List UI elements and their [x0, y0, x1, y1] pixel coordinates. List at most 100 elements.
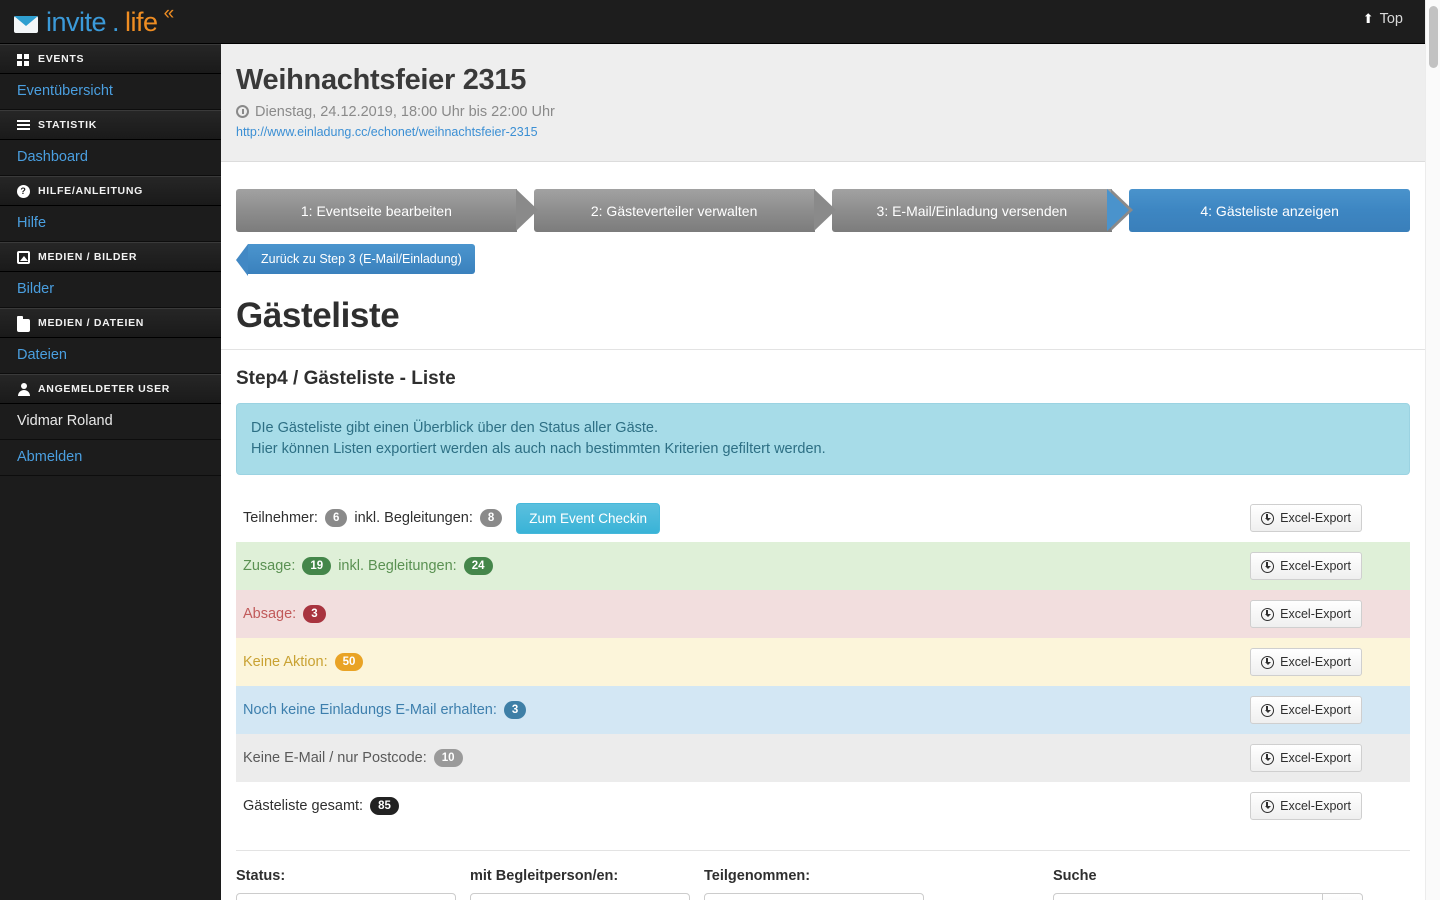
- event-datetime-text: Dienstag, 24.12.2019, 18:00 Uhr bis 22:0…: [255, 103, 555, 120]
- search-group: [1053, 893, 1363, 900]
- stat-label: Keine Aktion:: [243, 654, 328, 671]
- sidebar-item-dashboard[interactable]: Dashboard: [0, 140, 221, 176]
- filter-begleitperson-label: mit Begleitperson/en:: [470, 868, 619, 885]
- stat-count-badge: 85: [370, 796, 399, 816]
- filter-search: Suche: [1053, 868, 1363, 900]
- excel-export-button[interactable]: Excel-Export: [1250, 552, 1362, 581]
- step-4[interactable]: 4: Gästeliste anzeigen: [1107, 189, 1410, 232]
- filter-bar: Status: mit Begleitperson/en: Teilgenomm…: [236, 850, 1410, 900]
- download-circle-icon: [1261, 511, 1275, 525]
- event-header: Weihnachtsfeier 2315 Dienstag, 24.12.201…: [221, 44, 1425, 162]
- back-button-wrap: Zurück zu Step 3 (E-Mail/Einladung): [221, 232, 1425, 276]
- help-icon: ?: [17, 184, 30, 198]
- arrow-up-icon: ⬆: [1362, 11, 1374, 26]
- sidebar-item-label: Abmelden: [17, 449, 83, 465]
- sidebar-group-label: MEDIEN / BILDER: [38, 251, 138, 263]
- step-list: 1: Eventseite bearbeiten 2: Gästeverteile…: [236, 189, 1410, 232]
- stat-row: Gästeliste gesamt: 85 Excel-Export: [236, 782, 1410, 831]
- filter-teilgenommen-label: Teilgenommen:: [704, 868, 811, 885]
- excel-export-button[interactable]: Excel-Export: [1250, 648, 1362, 677]
- stat-label: Gästeliste gesamt:: [243, 798, 364, 815]
- stat-row: Keine E-Mail / nur Postcode: 10 Excel-Expo…: [236, 734, 1410, 783]
- excel-export-label: Excel-Export: [1280, 751, 1351, 766]
- stat-label: Keine E-Mail / nur Postcode:: [243, 750, 427, 767]
- top-bar: invite. life « ⬆ Top: [0, 0, 1425, 44]
- step-label: 2: Gästeverteiler verwalten: [590, 202, 758, 219]
- image-icon: [17, 250, 30, 264]
- stats-list: Teilnehmer: 6 inkl. Begleitungen: 8 Zum Even…: [236, 494, 1410, 831]
- search-button[interactable]: [1323, 893, 1363, 900]
- excel-export-button[interactable]: Excel-Export: [1250, 504, 1362, 533]
- lines-icon: [17, 119, 30, 132]
- sidebar-group-label: HILFE/ANLEITUNG: [38, 185, 143, 197]
- search-input[interactable]: [1053, 893, 1323, 900]
- step-arrow-icon: [813, 189, 836, 231]
- stat-label-group: Gästeliste gesamt: 85: [243, 796, 399, 816]
- sidebar-item-label: Bilder: [17, 281, 55, 297]
- filter-teilgenommen-input[interactable]: [704, 893, 924, 900]
- sidebar-item-event-bersicht[interactable]: Eventübersicht: [0, 74, 221, 110]
- excel-export-label: Excel-Export: [1280, 655, 1351, 670]
- step-1[interactable]: 1: Eventseite bearbeiten: [236, 189, 538, 232]
- step-arrow-icon: [515, 189, 538, 231]
- filter-begleitperson: mit Begleitperson/en:: [470, 868, 690, 900]
- stat-row: Zusage: 19 inkl. Begleitungen: 24 Excel-Expo…: [236, 542, 1410, 591]
- excel-export-button[interactable]: Excel-Export: [1250, 600, 1362, 629]
- page-title: Weihnachtsfeier 2315: [236, 64, 527, 96]
- sidebar-item-label: Dateien: [17, 347, 67, 363]
- stat-label: Teilnehmer:: [243, 510, 318, 527]
- step-3[interactable]: 3: E-Mail/Einladung versenden: [831, 189, 1134, 232]
- sidebar-item-abmelden[interactable]: Abmelden: [0, 440, 221, 476]
- stat-label: Noch keine Einladungs E-Mail erhalten:: [243, 702, 497, 719]
- step-wizard: 1: Eventseite bearbeiten 2: Gästeverteile…: [221, 162, 1425, 232]
- download-circle-icon: [1261, 703, 1275, 717]
- excel-export-button[interactable]: Excel-Export: [1250, 744, 1362, 773]
- stat-count-badge: 3: [503, 700, 527, 720]
- event-checkin-button[interactable]: Zum Event Checkin: [516, 502, 661, 534]
- sidebar-item-label: Eventübersicht: [17, 83, 113, 99]
- sidebar-group-label: ANGEMELDETER USER: [38, 383, 171, 395]
- logo[interactable]: invite. life «: [14, 3, 174, 38]
- scroll-to-top-link[interactable]: ⬆ Top: [1363, 11, 1403, 27]
- excel-export-label: Excel-Export: [1280, 607, 1351, 622]
- excel-export-button[interactable]: Excel-Export: [1250, 696, 1362, 725]
- filter-status-input[interactable]: [236, 893, 456, 900]
- excel-export-button[interactable]: Excel-Export: [1250, 792, 1362, 821]
- stat-row: Noch keine Einladungs E-Mail erhalten: 3 E…: [236, 686, 1410, 735]
- stat-count-badge: 10: [433, 748, 463, 768]
- event-url-link[interactable]: http://www.einladung.cc/echonet/weihnach…: [236, 125, 538, 139]
- filter-begleitperson-input[interactable]: [470, 893, 690, 900]
- excel-export-label: Excel-Export: [1280, 559, 1351, 574]
- download-circle-icon: [1261, 799, 1275, 813]
- logo-invite: invite: [46, 7, 107, 37]
- step-2[interactable]: 2: Gästeverteiler verwalten: [533, 189, 836, 232]
- stat-count-badge: 6: [324, 508, 348, 528]
- excel-export-label: Excel-Export: [1280, 511, 1351, 526]
- logo-quote: «: [163, 2, 174, 24]
- info-line-1: DIe Gästeliste gibt einen Überblick über…: [251, 420, 659, 436]
- download-circle-icon: [1261, 607, 1275, 621]
- sidebar-group-header: EVENTS: [0, 44, 221, 74]
- sidebar-item-label: Dashboard: [17, 149, 88, 165]
- event-datetime: Dienstag, 24.12.2019, 18:00 Uhr bis 22:0…: [236, 104, 1425, 120]
- guestlist-heading: Gästeliste: [236, 296, 400, 335]
- user-icon: [17, 382, 30, 396]
- stat-label-group: Absage: 3: [243, 604, 326, 624]
- logo-life: life: [125, 7, 158, 37]
- filter-status-label: Status:: [236, 868, 286, 885]
- sidebar-group-header: STATISTIK: [0, 110, 221, 140]
- stat-label-secondary: inkl. Begleitungen:: [338, 558, 457, 575]
- back-to-step3-button[interactable]: Zurück zu Step 3 (E-Mail/Einladung): [236, 244, 475, 276]
- stat-label-group: Teilnehmer: 6 inkl. Begleitungen: 8: [243, 508, 503, 528]
- sidebar-item-bilder[interactable]: Bilder: [0, 272, 221, 308]
- sidebar-group-label: STATISTIK: [38, 119, 97, 131]
- download-circle-icon: [1261, 559, 1275, 573]
- sidebar-item-dateien[interactable]: Dateien: [0, 338, 221, 374]
- scrollbar-thumb[interactable]: [1429, 6, 1438, 68]
- folder-icon: [17, 315, 30, 332]
- envelope-icon: [14, 16, 38, 33]
- sidebar-group-header: ANGEMELDETER USER: [0, 374, 221, 404]
- step-label: 1: Eventseite bearbeiten: [300, 202, 452, 219]
- page-scrollbar[interactable]: [1425, 0, 1440, 900]
- sidebar-item-hilfe[interactable]: Hilfe: [0, 206, 221, 242]
